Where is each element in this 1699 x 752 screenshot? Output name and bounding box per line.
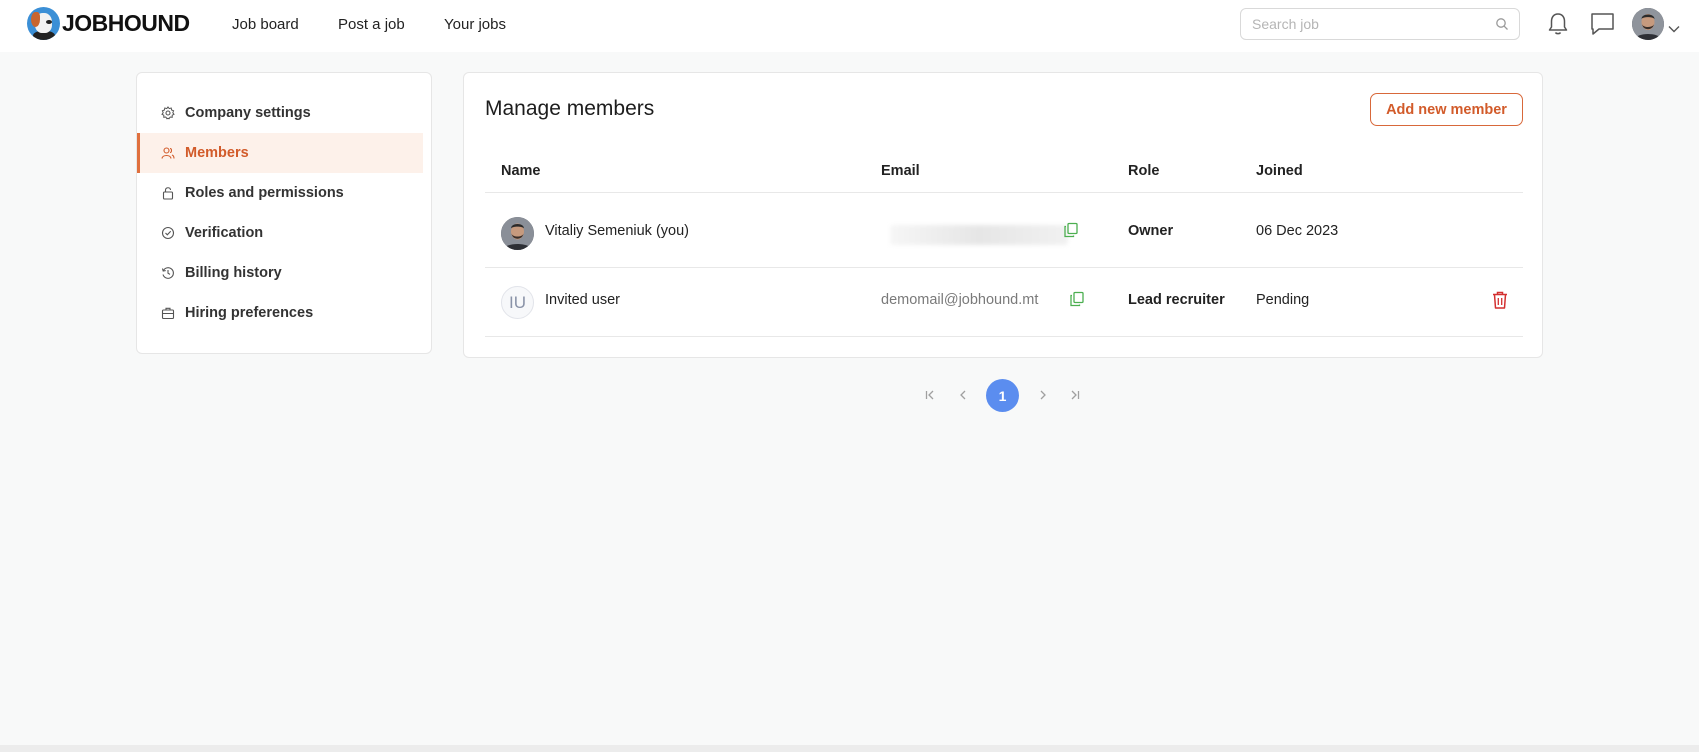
- manage-members-panel: Manage members Add new member Name Email…: [463, 72, 1543, 358]
- sidebar-item-label: Verification: [185, 225, 264, 241]
- copy-icon[interactable]: [1063, 222, 1079, 242]
- top-header: JOBHOUND Job board Post a job Your jobs: [0, 0, 1699, 52]
- trash-icon[interactable]: [1491, 290, 1509, 314]
- search-box: [1240, 8, 1520, 40]
- logo[interactable]: JOBHOUND: [27, 7, 190, 40]
- sidebar-item-roles-and-permissions[interactable]: Roles and permissions: [137, 173, 423, 213]
- member-role: Owner: [1128, 223, 1174, 239]
- search-input[interactable]: [1252, 9, 1492, 39]
- settings-sidebar: Company settings Members Roles and permi…: [136, 72, 432, 354]
- member-email[interactable]: demomail@jobhound.mt: [881, 292, 1038, 308]
- user-avatar[interactable]: [1632, 8, 1664, 40]
- nav-your-jobs[interactable]: Your jobs: [444, 16, 506, 33]
- briefcase-icon: [161, 306, 175, 320]
- sidebar-item-verification[interactable]: Verification: [137, 213, 423, 253]
- column-header-role: Role: [1128, 163, 1160, 179]
- member-avatar-initials: IU: [501, 286, 534, 319]
- sidebar-item-hiring-preferences[interactable]: Hiring preferences: [137, 293, 423, 333]
- page-title: Manage members: [485, 97, 655, 120]
- member-role: Lead recruiter: [1128, 292, 1225, 308]
- sidebar-item-label: Roles and permissions: [185, 185, 344, 201]
- member-joined: 06 Dec 2023: [1256, 223, 1339, 239]
- next-page-icon[interactable]: [1032, 379, 1054, 411]
- prev-page-icon[interactable]: [952, 379, 974, 411]
- column-header-joined: Joined: [1256, 163, 1303, 179]
- logo-dog-icon: [27, 7, 60, 40]
- copy-icon[interactable]: [1069, 291, 1085, 311]
- table-row: IU Invited user demomail@jobhound.mt Lea…: [485, 268, 1523, 337]
- member-avatar: [501, 217, 534, 250]
- search-icon[interactable]: [1495, 17, 1509, 36]
- sidebar-item-billing-history[interactable]: Billing history: [137, 253, 423, 293]
- page-1-button[interactable]: 1: [986, 379, 1019, 412]
- bell-icon[interactable]: [1546, 11, 1570, 42]
- first-page-icon[interactable]: [919, 379, 941, 411]
- sidebar-item-label: Members: [185, 145, 249, 161]
- last-page-icon[interactable]: [1064, 379, 1086, 411]
- chevron-down-icon[interactable]: [1668, 20, 1680, 38]
- table-header: Name Email Role Joined: [485, 153, 1523, 193]
- gear-icon: [161, 106, 175, 120]
- sidebar-item-label: Billing history: [185, 265, 282, 281]
- member-email-blurred: [890, 225, 1068, 245]
- table-row: Vitaliy Semeniuk (you) Owner 06 Dec 2023: [485, 199, 1523, 268]
- nav-post-a-job[interactable]: Post a job: [338, 16, 405, 33]
- add-new-member-button[interactable]: Add new member: [1370, 93, 1523, 126]
- sidebar-item-company-settings[interactable]: Company settings: [137, 93, 423, 133]
- check-circle-icon: [161, 226, 175, 240]
- lock-icon: [161, 186, 175, 200]
- column-header-name: Name: [501, 163, 541, 179]
- logo-text: JOBHOUND: [62, 10, 190, 36]
- chat-icon[interactable]: [1589, 11, 1616, 42]
- member-joined: Pending: [1256, 292, 1310, 308]
- bottom-scroll-edge: [0, 745, 1699, 752]
- members-icon: [161, 146, 175, 160]
- sidebar-item-label: Hiring preferences: [185, 305, 314, 321]
- sidebar-item-label: Company settings: [185, 105, 311, 121]
- history-icon: [161, 266, 175, 280]
- column-header-email: Email: [881, 163, 920, 179]
- member-name: Vitaliy Semeniuk (you): [545, 223, 689, 239]
- nav-job-board[interactable]: Job board: [232, 16, 299, 33]
- sidebar-item-members[interactable]: Members: [137, 133, 423, 173]
- member-name: Invited user: [545, 292, 620, 308]
